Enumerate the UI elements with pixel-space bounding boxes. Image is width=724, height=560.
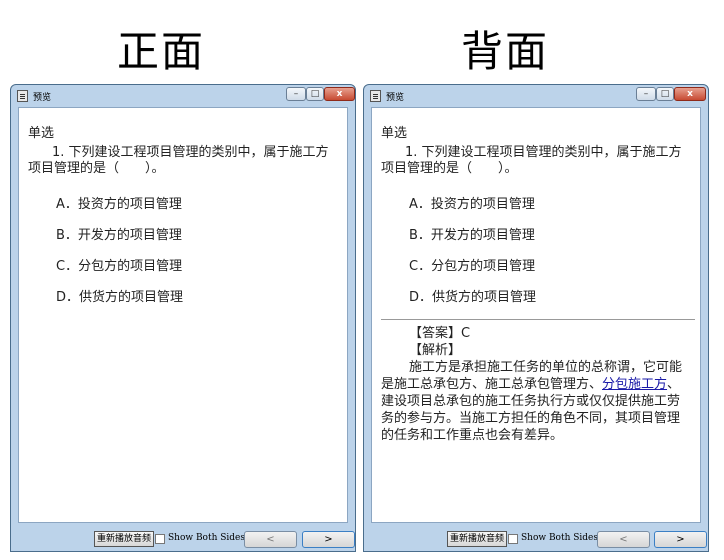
minimize-button[interactable]: –	[636, 87, 656, 101]
answer-label: 【答案】C	[409, 326, 471, 341]
show-both-sides-checkbox[interactable]	[155, 534, 165, 544]
option-c: C．分包方的项目管理	[56, 259, 183, 274]
prev-button[interactable]: <	[597, 531, 650, 548]
minimize-button[interactable]: –	[286, 87, 306, 101]
option-b: B．开发方的项目管理	[409, 228, 535, 243]
preview-window-front: 预览 – □ x 单选 1. 下列建设工程项目管理的类别中，属于施工方项目管理的…	[10, 84, 356, 552]
question-text: 1. 下列建设工程项目管理的类别中，属于施工方项目管理的是（ ）。	[28, 145, 329, 176]
card-content: 单选 1. 下列建设工程项目管理的类别中，属于施工方项目管理的是（ ）。 A．投…	[18, 107, 348, 523]
footer-bar: 重新播放音频 Show Both Sides < >	[364, 523, 708, 551]
preview-window-back: 预览 – □ x 单选 1. 下列建设工程项目管理的类别中，属于施工方项目管理的…	[363, 84, 709, 552]
close-button[interactable]: x	[674, 87, 706, 101]
show-both-sides-label: Show Both Sides	[168, 533, 246, 543]
option-a: A．投资方的项目管理	[409, 197, 535, 212]
back-heading: 背面	[461, 27, 550, 76]
show-both-sides-label: Show Both Sides	[521, 533, 599, 543]
window-title: 预览	[386, 92, 405, 103]
option-d: D．供货方的项目管理	[409, 290, 537, 305]
next-button[interactable]: >	[302, 531, 355, 548]
window-title: 预览	[33, 92, 52, 103]
question-text: 1. 下列建设工程项目管理的类别中，属于施工方项目管理的是（ ）。	[381, 145, 682, 176]
show-both-sides-checkbox[interactable]	[508, 534, 518, 544]
replay-audio-button[interactable]: 重新播放音频	[94, 531, 155, 547]
close-button[interactable]: x	[324, 87, 355, 101]
app-icon	[370, 90, 381, 102]
divider	[381, 319, 695, 320]
explanation-text: 施工方是承担施工任务的单位的总称谓，它可能是施工总承包方、施工总承包管理方、分包…	[381, 359, 686, 444]
maximize-button[interactable]: □	[306, 87, 324, 101]
replay-audio-button[interactable]: 重新播放音频	[447, 531, 508, 547]
next-button[interactable]: >	[654, 531, 707, 548]
analysis-heading: 【解析】	[409, 343, 462, 358]
app-icon	[17, 90, 28, 102]
question-type: 单选	[28, 126, 55, 141]
option-c: C．分包方的项目管理	[409, 259, 536, 274]
option-d: D．供货方的项目管理	[56, 290, 184, 305]
front-heading: 正面	[117, 27, 206, 76]
prev-button[interactable]: <	[244, 531, 297, 548]
footer-bar: 重新播放音频 Show Both Sides < >	[11, 523, 355, 551]
explanation-link[interactable]: 分包施工方	[602, 377, 667, 392]
maximize-button[interactable]: □	[656, 87, 674, 101]
option-a: A．投资方的项目管理	[56, 197, 182, 212]
card-content: 单选 1. 下列建设工程项目管理的类别中，属于施工方项目管理的是（ ）。 A．投…	[371, 107, 701, 523]
option-b: B．开发方的项目管理	[56, 228, 182, 243]
question-type: 单选	[381, 126, 408, 141]
